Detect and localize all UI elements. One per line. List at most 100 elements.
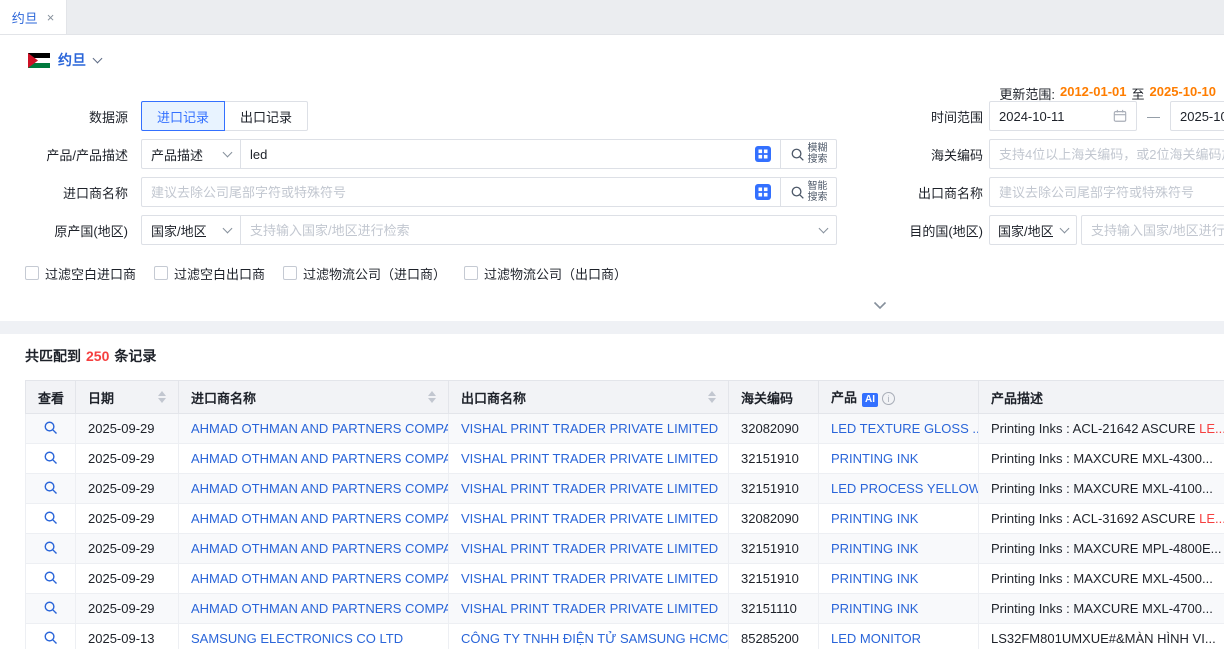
view-magnifier-icon[interactable] xyxy=(43,540,58,555)
importer-link[interactable]: AHMAD OTHMAN AND PARTNERS COMPA... xyxy=(179,444,449,474)
date-to-input[interactable] xyxy=(1170,101,1224,131)
col-date: 日期 xyxy=(76,381,179,414)
importer-link[interactable]: AHMAD OTHMAN AND PARTNERS COMPA... xyxy=(179,534,449,564)
importer-link[interactable]: SAMSUNG ELECTRONICS CO LTD xyxy=(179,624,449,649)
importer-link[interactable]: AHMAD OTHMAN AND PARTNERS COMPA... xyxy=(179,564,449,594)
product-link[interactable]: PRINTING INK xyxy=(819,594,979,624)
exporter-link[interactable]: VISHAL PRINT TRADER PRIVATE LIMITED xyxy=(449,534,729,564)
tab-close-icon[interactable]: × xyxy=(47,10,55,25)
view-magnifier-icon[interactable] xyxy=(43,570,58,585)
product-label: 产品/产品描述 xyxy=(0,145,128,164)
importer-link[interactable]: AHMAD OTHMAN AND PARTNERS COMPA... xyxy=(179,504,449,534)
origin-input-wrap xyxy=(241,216,836,244)
importer-link[interactable]: AHMAD OTHMAN AND PARTNERS COMPA... xyxy=(179,414,449,444)
hs-code-field[interactable] xyxy=(999,147,1224,162)
product-search-input[interactable] xyxy=(250,147,749,162)
sort-toggle[interactable] xyxy=(708,391,716,403)
date-to-value[interactable] xyxy=(1180,109,1224,124)
product-link[interactable]: PRINTING INK xyxy=(819,564,979,594)
sort-toggle[interactable] xyxy=(428,391,436,403)
form-row-company: 进口商名称 xyxy=(0,177,1224,207)
chevron-down-icon[interactable] xyxy=(93,53,103,63)
product-type-select[interactable]: 产品描述 xyxy=(142,140,241,168)
checkbox[interactable] xyxy=(283,266,297,280)
filter-logistics-importer[interactable]: 过滤物流公司（进口商） xyxy=(283,264,446,283)
product-link[interactable]: LED PROCESS YELLOW... xyxy=(819,474,979,504)
date-from-input[interactable] xyxy=(989,101,1137,131)
exporter-link[interactable]: CÔNG TY TNHH ĐIỆN TỬ SAMSUNG HCMC... xyxy=(449,624,729,649)
smart-search-button[interactable]: 智能 搜索 xyxy=(780,178,836,206)
sort-toggle[interactable] xyxy=(158,391,166,403)
exporter-name-input[interactable] xyxy=(989,177,1224,207)
view-magnifier-icon[interactable] xyxy=(43,480,58,495)
batch-search-icon[interactable] xyxy=(755,146,771,162)
product-link[interactable]: PRINTING INK xyxy=(819,534,979,564)
tab-jordan[interactable]: 约旦 × xyxy=(0,0,67,34)
date-cell: 2025-09-29 xyxy=(76,444,179,474)
tab-label: 约旦 xyxy=(12,8,38,27)
origin-country-input[interactable] xyxy=(250,223,820,238)
view-magnifier-icon[interactable] xyxy=(43,510,58,525)
view-magnifier-icon[interactable] xyxy=(43,420,58,435)
hs-code-input[interactable] xyxy=(989,139,1224,169)
batch-search-icon[interactable] xyxy=(755,184,771,200)
product-link[interactable]: LED MONITOR xyxy=(819,624,979,649)
exporter-link[interactable]: VISHAL PRINT TRADER PRIVATE LIMITED xyxy=(449,444,729,474)
filter-logistics-exporter[interactable]: 过滤物流公司（出口商） xyxy=(464,264,627,283)
col-view: 查看 xyxy=(26,381,76,414)
checkbox[interactable] xyxy=(154,266,168,280)
exporter-link[interactable]: VISHAL PRINT TRADER PRIVATE LIMITED xyxy=(449,504,729,534)
checkbox[interactable] xyxy=(25,266,39,280)
importer-link[interactable]: AHMAD OTHMAN AND PARTNERS COMPA... xyxy=(179,474,449,504)
origin-type-selected: 国家/地区 xyxy=(151,221,207,240)
col-product-label: 产品 xyxy=(831,390,857,405)
destination-type-select[interactable]: 国家/地区 xyxy=(989,215,1077,245)
table-body: 2025-09-29 AHMAD OTHMAN AND PARTNERS COM… xyxy=(26,414,1224,649)
table-row: 2025-09-29 AHMAD OTHMAN AND PARTNERS COM… xyxy=(26,474,1224,504)
import-records-button[interactable]: 进口记录 xyxy=(141,101,225,131)
checkbox-label: 过滤物流公司（进口商） xyxy=(303,264,446,283)
smart-search-label: 智能 搜索 xyxy=(808,181,828,203)
importer-name-input[interactable] xyxy=(151,185,749,200)
date-from-value[interactable] xyxy=(999,109,1113,124)
col-importer: 进口商名称 xyxy=(179,381,449,414)
checkbox[interactable] xyxy=(464,266,478,280)
hs-code-cell: 32151110 xyxy=(729,594,819,624)
product-link[interactable]: LED TEXTURE GLOSS ... xyxy=(819,414,979,444)
description-cell: Printing Inks : MAXCURE MPL-4800E... xyxy=(979,534,1224,564)
exporter-link[interactable]: VISHAL PRINT TRADER PRIVATE LIMITED xyxy=(449,414,729,444)
search-icon xyxy=(790,147,805,162)
product-input-wrap xyxy=(241,140,780,168)
collapse-panel-button[interactable] xyxy=(852,297,908,313)
chevron-down-icon xyxy=(873,301,887,310)
destination-country-input[interactable] xyxy=(1081,215,1224,245)
fuzzy-search-button[interactable]: 模糊 搜索 xyxy=(780,140,836,168)
product-link[interactable]: PRINTING INK xyxy=(819,444,979,474)
exporter-link[interactable]: VISHAL PRINT TRADER PRIVATE LIMITED xyxy=(449,474,729,504)
export-records-button[interactable]: 出口记录 xyxy=(224,101,308,131)
calendar-icon[interactable] xyxy=(1113,109,1127,123)
highlight-match: LE... xyxy=(1199,511,1224,526)
filter-blank-exporter[interactable]: 过滤空白出口商 xyxy=(154,264,265,283)
filter-blank-importer[interactable]: 过滤空白进口商 xyxy=(25,264,136,283)
date-cell: 2025-09-29 xyxy=(76,504,179,534)
date-cell: 2025-09-29 xyxy=(76,534,179,564)
view-magnifier-icon[interactable] xyxy=(43,600,58,615)
importer-link[interactable]: AHMAD OTHMAN AND PARTNERS COMPA... xyxy=(179,594,449,624)
origin-type-select[interactable]: 国家/地区 xyxy=(142,216,241,244)
view-cell xyxy=(26,474,76,504)
destination-country-field[interactable] xyxy=(1091,223,1224,238)
table-row: 2025-09-29 AHMAD OTHMAN AND PARTNERS COM… xyxy=(26,594,1224,624)
exporter-link[interactable]: VISHAL PRINT TRADER PRIVATE LIMITED xyxy=(449,564,729,594)
table-row: 2025-09-29 AHMAD OTHMAN AND PARTNERS COM… xyxy=(26,444,1224,474)
country-name: 约旦 xyxy=(58,50,86,70)
product-link[interactable]: PRINTING INK xyxy=(819,504,979,534)
exporter-link[interactable]: VISHAL PRINT TRADER PRIVATE LIMITED xyxy=(449,594,729,624)
view-magnifier-icon[interactable] xyxy=(43,630,58,645)
exporter-name-field[interactable] xyxy=(999,185,1224,200)
info-icon[interactable]: i xyxy=(882,392,895,405)
origin-country-label: 原产国(地区) xyxy=(0,221,128,240)
view-magnifier-icon[interactable] xyxy=(43,450,58,465)
col-hs-code: 海关编码 xyxy=(729,381,819,414)
date-range-separator: — xyxy=(1147,109,1160,124)
